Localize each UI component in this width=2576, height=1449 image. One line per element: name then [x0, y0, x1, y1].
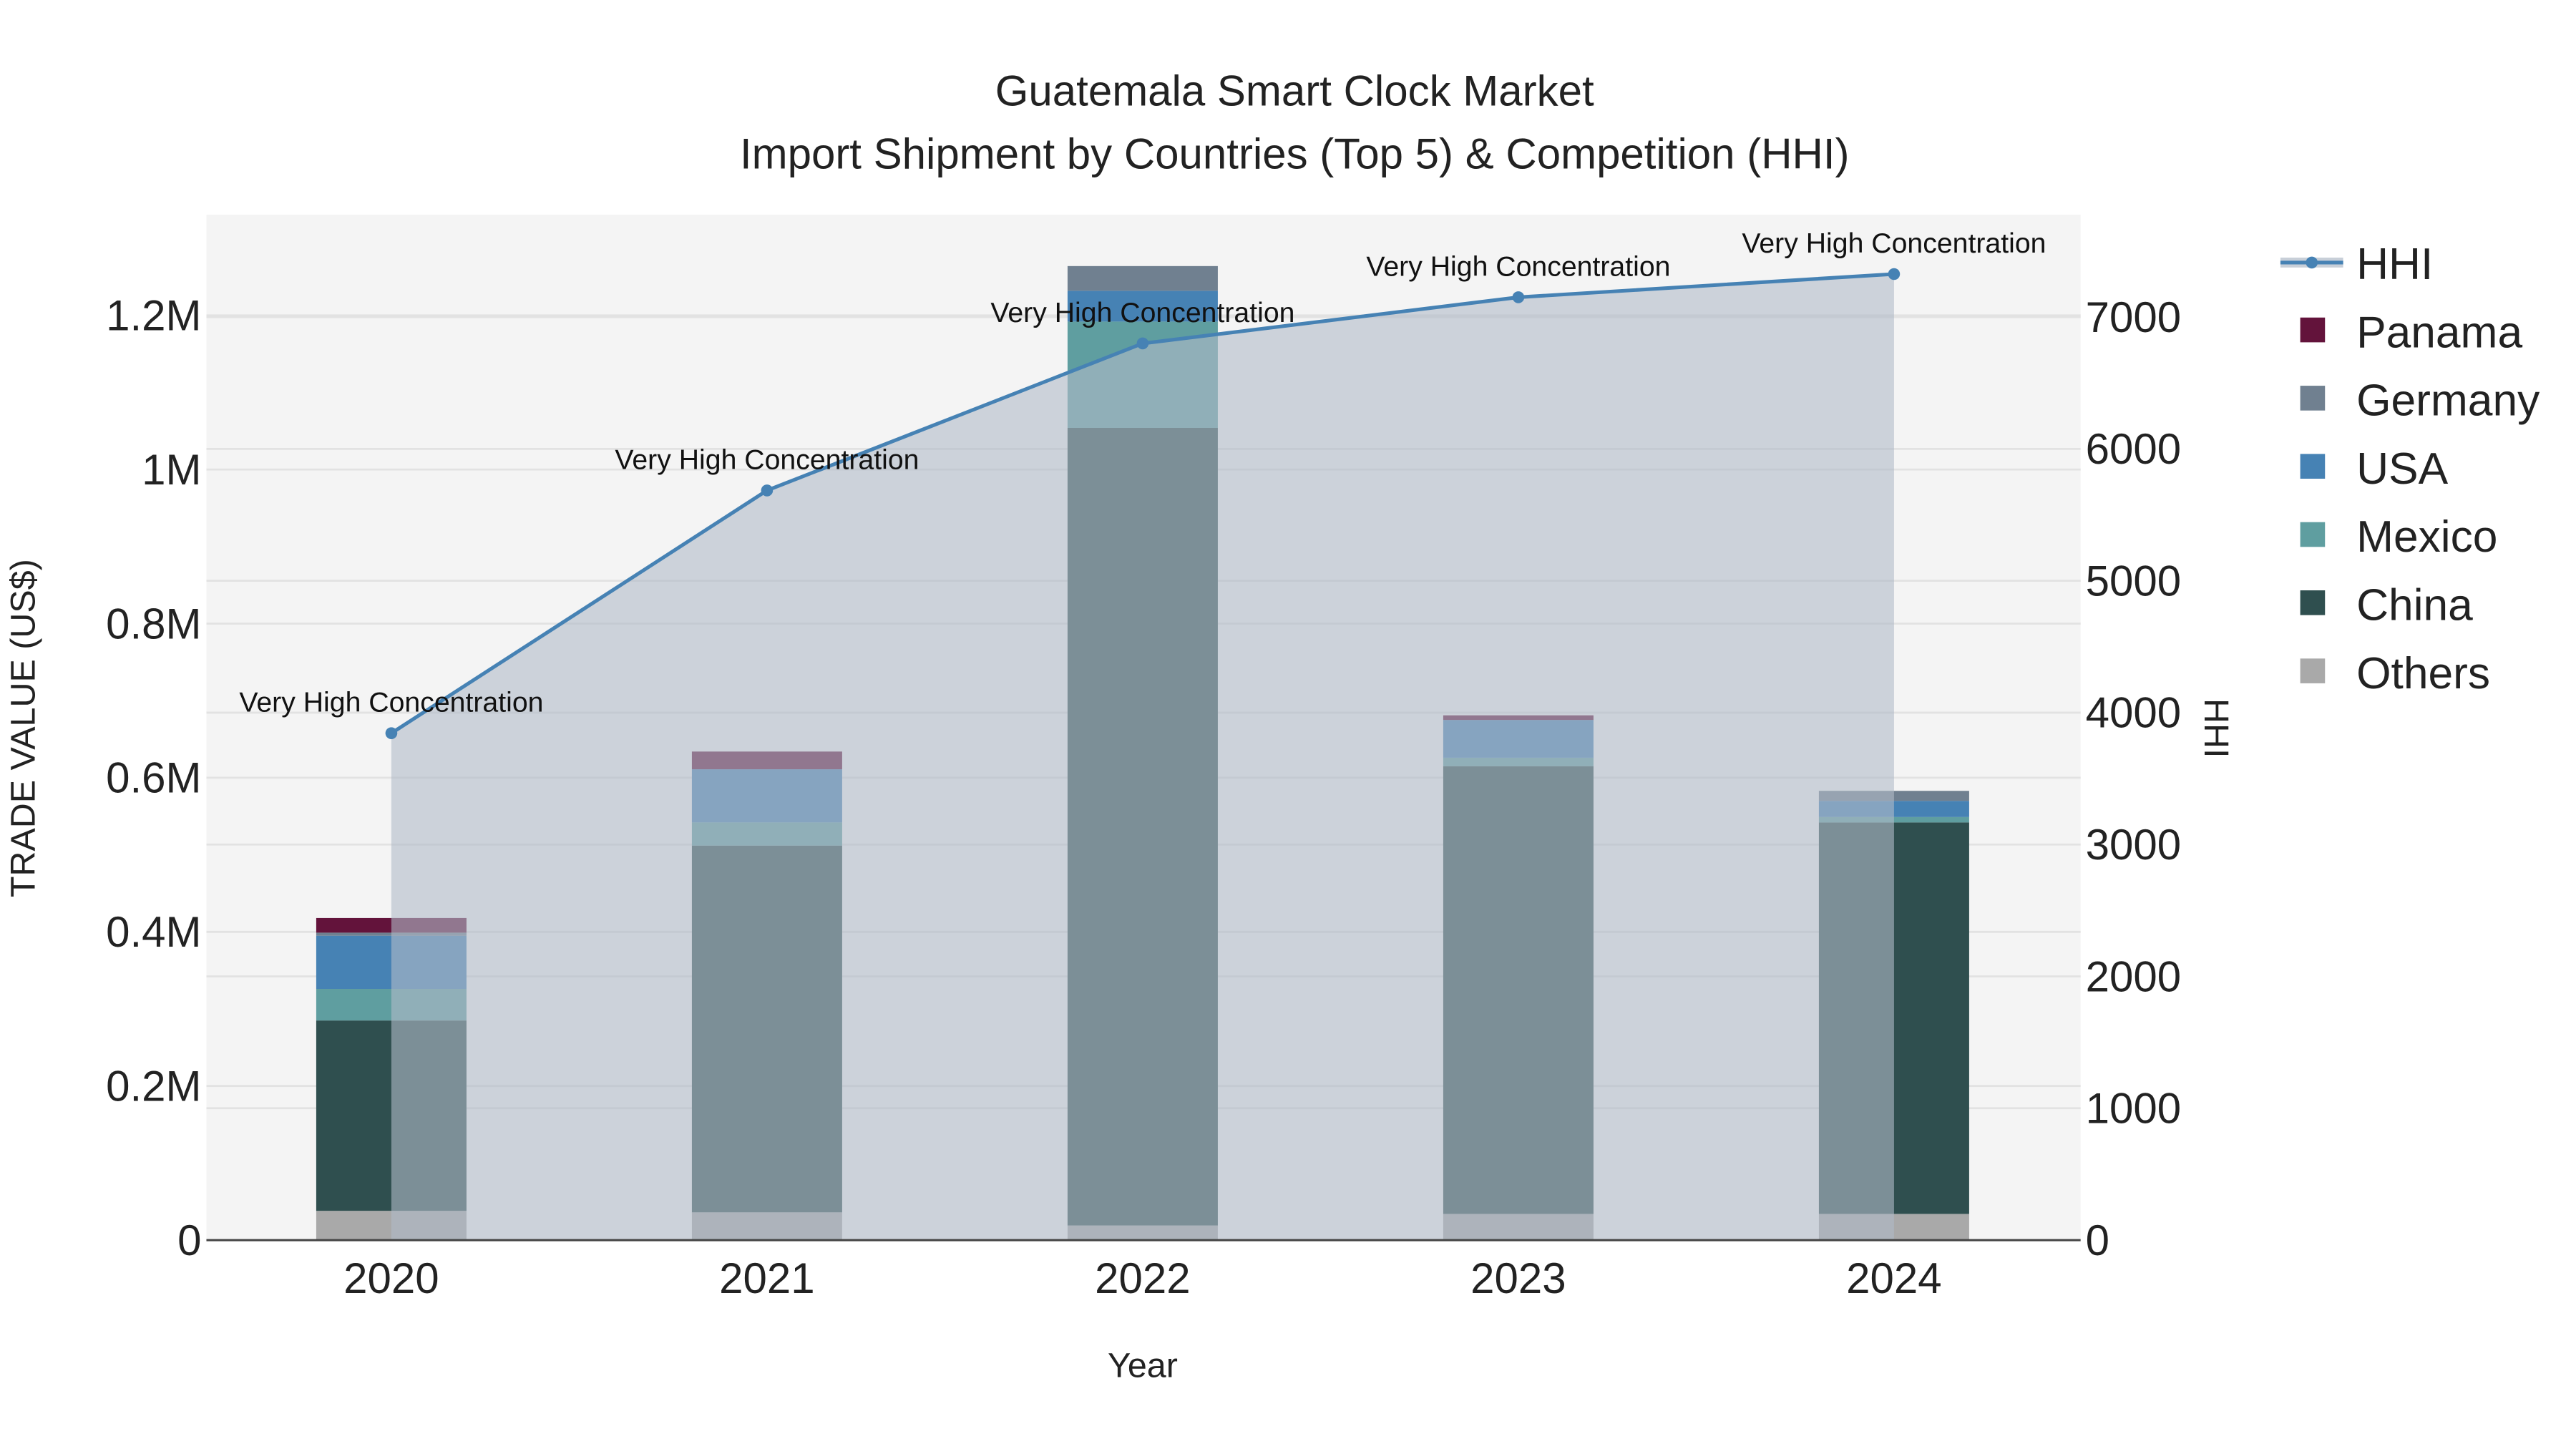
- y-tick-label: 0: [177, 1216, 201, 1264]
- y2-tick-label: 4000: [2086, 689, 2181, 737]
- x-axis-ticks: 2020 2021 2022 2023 2024: [343, 1254, 1941, 1302]
- y2-axis-title: HHI: [2197, 698, 2235, 758]
- x-tick-label: 2022: [1095, 1254, 1190, 1302]
- legend-swatch: [2300, 454, 2326, 479]
- chart: Very High Concentration Very High Concent…: [4, 67, 2540, 1385]
- hhi-annotation: Very High Concentration: [1366, 250, 1670, 282]
- x-tick-label: 2023: [1470, 1254, 1566, 1302]
- hhi-annotation: Very High Concentration: [1742, 228, 2046, 259]
- hhi-annotation: Very High Concentration: [990, 297, 1294, 328]
- y-axis-ticks: 0 0.2M 0.4M 0.6M 0.8M 1M 1.2M: [106, 292, 201, 1264]
- legend-swatch: [2300, 658, 2326, 683]
- y2-tick-label: 5000: [2086, 557, 2181, 605]
- legend-label: Germany: [2356, 376, 2540, 426]
- y-axis-title: TRADE VALUE (US$): [4, 559, 42, 897]
- legend-item-panama[interactable]: Panama: [2300, 308, 2523, 357]
- legend-swatch: [2300, 386, 2326, 411]
- legend-label: HHI: [2356, 240, 2433, 289]
- hhi-point-2022: [1136, 337, 1149, 350]
- legend: HHI Panama Germany USA Mexico China Others: [2280, 240, 2540, 698]
- legend-swatch: [2300, 590, 2326, 615]
- x-tick-label: 2021: [719, 1254, 814, 1302]
- bar-germany-2022: [1067, 265, 1218, 291]
- y2-tick-label: 2000: [2086, 952, 2181, 1000]
- chart-subtitle: Import Shipment by Countries (Top 5) & C…: [740, 130, 1850, 177]
- y2-tick-label: 0: [2086, 1216, 2109, 1264]
- x-tick-label: 2020: [343, 1254, 439, 1302]
- legend-swatch: [2300, 317, 2326, 343]
- y2-tick-label: 7000: [2086, 293, 2181, 341]
- y2-tick-label: 6000: [2086, 425, 2181, 473]
- hhi-point-2024: [1888, 268, 1901, 280]
- y-tick-label: 1.2M: [106, 292, 201, 340]
- y-tick-label: 0.8M: [106, 600, 201, 648]
- y2-tick-label: 1000: [2086, 1085, 2181, 1133]
- hhi-annotation: Very High Concentration: [239, 687, 543, 718]
- chart-title: Guatemala Smart Clock Market: [995, 67, 1594, 115]
- y-tick-label: 0.2M: [106, 1062, 201, 1110]
- y-tick-label: 1M: [142, 446, 201, 494]
- legend-item-china[interactable]: China: [2300, 581, 2474, 630]
- x-tick-label: 2024: [1846, 1254, 1941, 1302]
- legend-item-usa[interactable]: USA: [2300, 444, 2449, 494]
- legend-item-hhi[interactable]: HHI: [2280, 240, 2433, 289]
- legend-swatch: [2300, 522, 2326, 547]
- y-tick-label: 0.4M: [106, 908, 201, 956]
- y2-axis-ticks: 0 1000 2000 3000 4000 5000 6000 7000: [2086, 293, 2181, 1264]
- legend-marker: [2306, 256, 2318, 269]
- hhi-point-2021: [761, 484, 774, 497]
- legend-item-germany[interactable]: Germany: [2300, 376, 2540, 426]
- legend-label: China: [2356, 581, 2473, 630]
- legend-item-others[interactable]: Others: [2300, 649, 2490, 698]
- hhi-point-2023: [1512, 291, 1525, 303]
- legend-label: Others: [2356, 649, 2490, 698]
- legend-label: Panama: [2356, 308, 2522, 357]
- y2-tick-label: 3000: [2086, 821, 2181, 869]
- x-axis-title: Year: [1108, 1347, 1178, 1385]
- legend-label: USA: [2356, 444, 2449, 494]
- hhi-point-2020: [385, 727, 398, 739]
- legend-item-mexico[interactable]: Mexico: [2300, 512, 2498, 562]
- legend-label: Mexico: [2356, 512, 2497, 562]
- y-tick-label: 0.6M: [106, 754, 201, 802]
- hhi-annotation: Very High Concentration: [615, 444, 919, 475]
